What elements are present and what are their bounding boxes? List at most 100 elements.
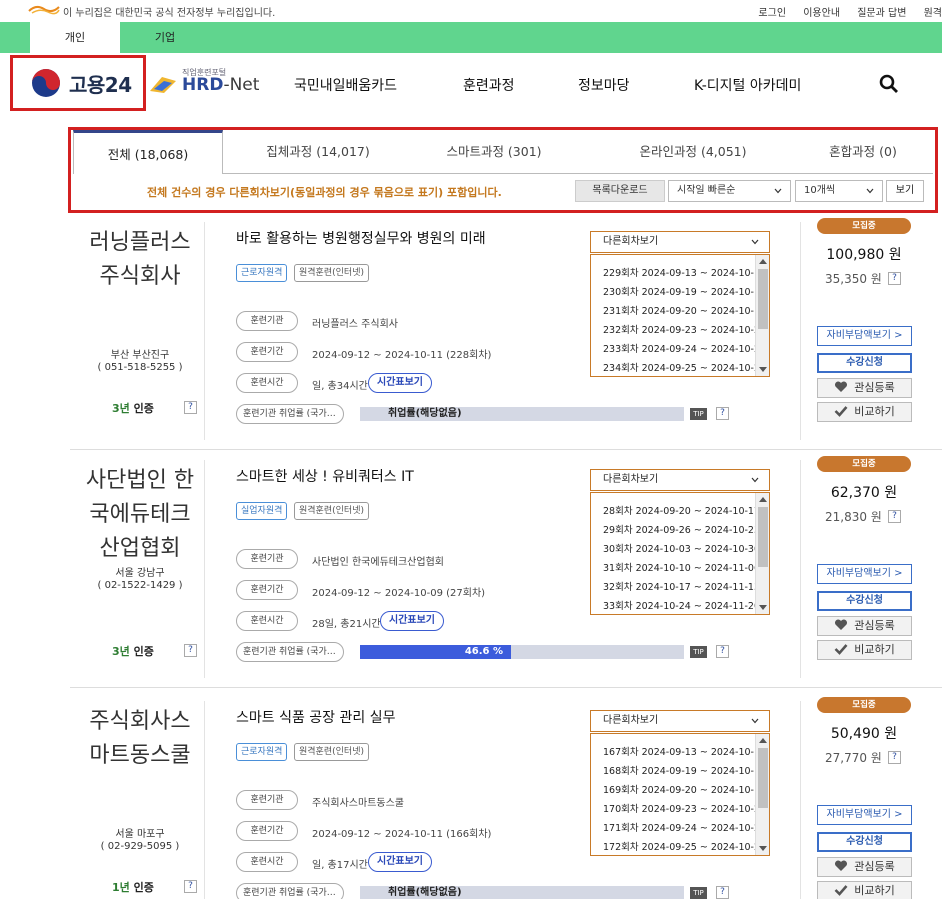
round-option[interactable]: 170회차 2024-09-23 ~ 2024-10-22: [603, 801, 766, 815]
round-option[interactable]: 33회차 2024-10-24 ~ 2024-11-20: [603, 598, 760, 612]
address-region: 부산 부산진구: [110, 350, 170, 361]
compare-button[interactable]: 비교하기: [817, 402, 912, 422]
round-option[interactable]: 168회차 2024-09-19 ~ 2024-10-18: [603, 763, 766, 777]
scrollbar[interactable]: [755, 734, 769, 855]
round-option[interactable]: 230회차 2024-09-19 ~ 2024-10-18: [603, 284, 766, 298]
employment-help-icon[interactable]: ?: [716, 407, 729, 420]
sort-select[interactable]: 시작일 빠른순: [668, 180, 791, 202]
self-pay-button[interactable]: 자비부담액보기 >: [817, 564, 912, 584]
interest-button[interactable]: 관심등록: [817, 616, 912, 636]
round-option[interactable]: 172회차 2024-09-25 ~ 2024-10-24: [603, 839, 766, 853]
employment-help-icon[interactable]: ?: [716, 645, 729, 658]
goyong24-logo[interactable]: 고용24: [10, 55, 146, 111]
price-help-icon[interactable]: ?: [888, 272, 901, 285]
tip-icon[interactable]: TIP: [690, 887, 707, 899]
apply-button[interactable]: 수강신청: [817, 832, 912, 852]
qna-link[interactable]: 질문과 답변: [857, 8, 906, 19]
scrollbar[interactable]: [755, 255, 769, 376]
course-title[interactable]: 스마트한 세상 ! 유비쿼터스 IT: [236, 466, 414, 486]
scroll-thumb[interactable]: [758, 748, 768, 808]
round-option[interactable]: 30회차 2024-10-03 ~ 2024-10-30: [603, 541, 760, 555]
other-rounds-list: 28회차 2024-09-20 ~ 2024-10-17 29회차 2024-09…: [590, 492, 770, 615]
price-help-icon[interactable]: ?: [888, 751, 901, 764]
round-option[interactable]: 28회차 2024-09-20 ~ 2024-10-17: [603, 503, 760, 517]
course-title[interactable]: 바로 활용하는 병원행정실무와 병원의 미래: [236, 228, 486, 248]
self-pay-button[interactable]: 자비부담액보기 >: [817, 326, 912, 346]
course-price: 100,980 원: [826, 247, 902, 263]
tip-icon[interactable]: TIP: [690, 408, 707, 420]
download-list-button[interactable]: 목록다운로드: [575, 180, 665, 202]
tab-company[interactable]: 기업: [120, 22, 210, 53]
tab-online[interactable]: 온라인과정 (4,051): [623, 130, 763, 174]
nav-info[interactable]: 정보마당: [578, 75, 630, 95]
institution-name[interactable]: 주식회사스 마트동스쿨: [70, 705, 210, 773]
round-option[interactable]: 234회차 2024-09-25 ~ 2024-10-24: [603, 360, 766, 374]
hrd-net-logo[interactable]: 직업훈련포털 HRD-Net: [146, 67, 266, 101]
per-page-select[interactable]: 10개씩: [795, 180, 883, 202]
view-button[interactable]: 보기: [886, 180, 924, 202]
round-option[interactable]: 231회차 2024-09-20 ~ 2024-10-19: [603, 303, 766, 317]
tab-all[interactable]: 전체 (18,068): [73, 130, 223, 174]
scroll-thumb[interactable]: [758, 269, 768, 329]
time-value: 일, 총34시간: [312, 381, 368, 392]
compare-button[interactable]: 비교하기: [817, 640, 912, 660]
hrd-net-text: -Net: [223, 75, 260, 95]
chevron-down-icon: [774, 188, 782, 194]
timetable-button[interactable]: 시간표보기: [368, 373, 432, 393]
tab-personal[interactable]: 개인: [30, 22, 120, 53]
course-title[interactable]: 스마트 식품 공장 관리 실무: [236, 707, 395, 727]
compare-label: 비교하기: [854, 643, 895, 656]
interest-button[interactable]: 관심등록: [817, 857, 912, 877]
scrollbar[interactable]: [755, 493, 769, 614]
scroll-thumb[interactable]: [758, 507, 768, 567]
round-option[interactable]: 29회차 2024-09-26 ~ 2024-10-23: [603, 522, 760, 536]
round-option[interactable]: 233회차 2024-09-24 ~ 2024-10-23: [603, 341, 766, 355]
round-option[interactable]: 31회차 2024-10-10 ~ 2024-11-06: [603, 560, 760, 574]
institution-name[interactable]: 사단법인 한 국에듀테크 산업협회: [70, 464, 210, 566]
apply-button[interactable]: 수강신청: [817, 353, 912, 373]
round-option[interactable]: 169회차 2024-09-20 ~ 2024-10-19: [603, 782, 766, 796]
nav-card[interactable]: 국민내일배움카드: [294, 75, 397, 95]
self-pay-button[interactable]: 자비부담액보기 >: [817, 805, 912, 825]
check-icon: [834, 644, 848, 655]
round-option[interactable]: 171회차 2024-09-24 ~ 2024-10-23: [603, 820, 766, 834]
nav-courses[interactable]: 훈련과정: [463, 75, 515, 95]
round-option[interactable]: 32회차 2024-10-17 ~ 2024-11-13: [603, 579, 760, 593]
tab-mixed[interactable]: 혼합과정 (0): [808, 130, 918, 174]
scroll-down-icon[interactable]: [759, 846, 767, 851]
compare-button[interactable]: 비교하기: [817, 881, 912, 899]
round-option[interactable]: 167회차 2024-09-13 ~ 2024-10-12: [603, 744, 766, 758]
heart-icon: [835, 619, 848, 630]
tab-classroom[interactable]: 집체과정 (14,017): [258, 130, 378, 174]
search-icon[interactable]: [879, 74, 899, 94]
guide-link[interactable]: 이용안내: [803, 8, 840, 19]
tab-smart[interactable]: 스마트과정 (301): [439, 130, 549, 174]
scroll-up-icon[interactable]: [759, 497, 767, 502]
timetable-button[interactable]: 시간표보기: [368, 852, 432, 872]
taegeuk-icon: [32, 69, 60, 97]
brand-name: 고용24: [69, 73, 132, 97]
apply-button[interactable]: 수강신청: [817, 591, 912, 611]
timetable-button[interactable]: 시간표보기: [380, 611, 444, 631]
cert-help-icon[interactable]: ?: [184, 401, 197, 414]
institution-name[interactable]: 러닝플러스 주식회사: [70, 226, 210, 294]
cert-help-icon[interactable]: ?: [184, 644, 197, 657]
interest-label: 관심등록: [854, 619, 895, 632]
scroll-up-icon[interactable]: [759, 738, 767, 743]
price-help-icon[interactable]: ?: [888, 510, 901, 523]
other-rounds-select[interactable]: 다른회차보기: [590, 231, 770, 253]
login-link[interactable]: 로그인: [758, 8, 786, 19]
round-option[interactable]: 232회차 2024-09-23 ~ 2024-10-22: [603, 322, 766, 336]
nav-kdigital[interactable]: K-디지털 아카데미: [694, 75, 801, 95]
remote-link[interactable]: 원격: [924, 8, 942, 19]
scroll-up-icon[interactable]: [759, 259, 767, 264]
scroll-down-icon[interactable]: [759, 367, 767, 372]
other-rounds-select[interactable]: 다른회차보기: [590, 710, 770, 732]
cert-help-icon[interactable]: ?: [184, 880, 197, 893]
interest-button[interactable]: 관심등록: [817, 378, 912, 398]
tip-icon[interactable]: TIP: [690, 646, 707, 658]
scroll-down-icon[interactable]: [759, 605, 767, 610]
round-option[interactable]: 229회차 2024-09-13 ~ 2024-10-12: [603, 265, 766, 279]
employment-help-icon[interactable]: ?: [716, 886, 729, 899]
other-rounds-select[interactable]: 다른회차보기: [590, 469, 770, 491]
